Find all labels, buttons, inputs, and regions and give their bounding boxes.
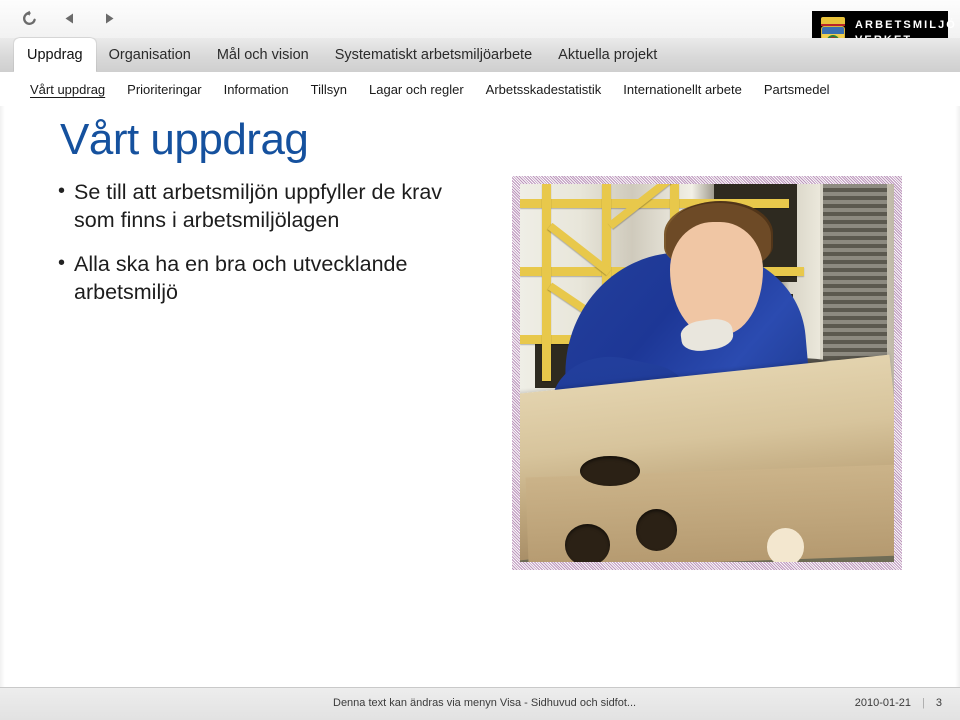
subnav-item-tillsyn[interactable]: Tillsyn (311, 82, 347, 97)
list-item: • Se till att arbetsmiljön uppfyller de … (58, 178, 478, 234)
left-gutter (0, 106, 5, 688)
slide-footer: Denna text kan ändras via menyn Visa - S… (0, 687, 960, 720)
subnav-item-prioriteringar[interactable]: Prioriteringar (127, 82, 201, 97)
subnav-item-lagar-och-regler[interactable]: Lagar och regler (369, 82, 464, 97)
subnav-item-partsmedel[interactable]: Partsmedel (764, 82, 830, 97)
back-icon[interactable] (58, 7, 80, 29)
subnav-item-label: Information (223, 81, 289, 97)
tab-organisation[interactable]: Organisation (96, 38, 204, 72)
subnav-item-label: Lagar och regler (369, 81, 464, 97)
slide-root: ARBETSMILJÖ VERKET Uppdrag Organisation … (0, 0, 960, 720)
footer-meta: 2010-01-21 | 3 (855, 697, 942, 709)
tab-label: Aktuella projekt (558, 47, 658, 63)
subnav-item-label: Prioriteringar (127, 81, 202, 97)
subnav-item-vart-uppdrag[interactable]: Vårt uppdrag (30, 82, 105, 97)
bullet-text: Se till att arbetsmiljön uppfyller de kr… (74, 180, 443, 232)
slide-photo (520, 184, 894, 562)
list-item: • Alla ska ha en bra och utvecklande arb… (58, 250, 478, 306)
tab-mal-och-vision[interactable]: Mål och vision (204, 38, 322, 72)
footer-date: 2010-01-21 (854, 697, 912, 709)
page-title: Vårt uppdrag (60, 115, 309, 164)
tab-label: Organisation (108, 47, 191, 63)
subnav-item-label: Tillsyn (310, 81, 347, 97)
bullet-list: • Se till att arbetsmiljön uppfyller de … (58, 178, 478, 322)
subnav-item-arbetsskadestatistik[interactable]: Arbetsskadestatistik (486, 82, 602, 97)
tab-label: Mål och vision (216, 47, 309, 63)
bullet-marker-icon: • (58, 252, 66, 274)
tab-label: Uppdrag (27, 47, 83, 63)
subnav-item-internationellt-arbete[interactable]: Internationellt arbete (623, 82, 742, 97)
toolbar-button-group (18, 7, 120, 29)
forward-icon[interactable] (98, 7, 120, 29)
subnav-list: Vårt uppdrag Prioriteringar Information … (30, 72, 830, 106)
bullet-marker-icon: • (58, 180, 66, 202)
page-number: 3 (935, 697, 942, 709)
tab-label: Systematiskt arbetsmiljöarbete (334, 47, 533, 63)
tab-list: Uppdrag Organisation Mål och vision Syst… (14, 38, 670, 72)
footer-separator: | (922, 697, 925, 709)
tab-aktuella-projekt[interactable]: Aktuella projekt (545, 38, 670, 72)
bullet-text: Alla ska ha en bra och utvecklande arbet… (74, 252, 408, 304)
main-navbar: Uppdrag Organisation Mål och vision Syst… (0, 38, 960, 73)
subnav-item-label: Partsmedel (763, 81, 830, 97)
subnav-item-label: Vårt uppdrag (30, 81, 106, 97)
refresh-icon[interactable] (18, 7, 40, 29)
tab-systematiskt-arbetsmiljoarbete[interactable]: Systematiskt arbetsmiljöarbete (322, 38, 545, 72)
sub-navbar: Vårt uppdrag Prioriteringar Information … (0, 72, 960, 106)
subnav-item-label: Internationellt arbete (623, 81, 742, 97)
right-gutter (955, 106, 960, 688)
tab-uppdrag[interactable]: Uppdrag (14, 38, 96, 72)
subnav-item-label: Arbetsskadestatistik (485, 81, 602, 97)
footer-note: Denna text kan ändras via menyn Visa - S… (333, 697, 637, 709)
slide-photo-frame (512, 176, 902, 570)
top-toolbar: ARBETSMILJÖ VERKET (0, 0, 960, 55)
logo-line-1: ARBETSMILJÖ (855, 19, 957, 31)
subnav-item-information[interactable]: Information (224, 82, 289, 97)
